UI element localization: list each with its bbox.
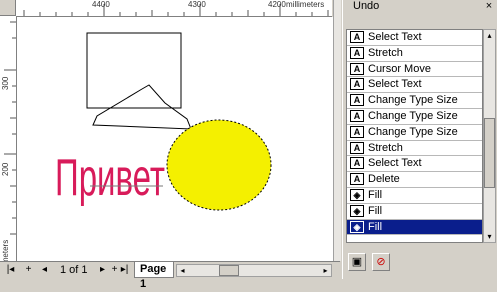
first-page-button[interactable]: |◂ [4,264,17,277]
undo-item-label: Change Type Size [368,109,458,122]
text-tool-icon: A [350,78,364,91]
scroll-up-icon[interactable]: ▴ [484,30,495,41]
page-count-label: 1 of 1 [60,264,88,276]
undo-list-item[interactable]: A Cursor Move [347,62,482,78]
scroll-right-icon[interactable]: ▸ [320,265,331,276]
text-tool-icon: A [350,141,364,154]
polygon-shape[interactable] [92,84,192,130]
undo-list-item[interactable]: ◈ Fill [347,204,482,220]
clear-undo-list-button[interactable]: ⊘ [372,253,390,271]
add-page-button[interactable]: + [22,264,35,277]
text-tool-icon: A [350,109,364,122]
page-tab[interactable]: Page 1 [134,262,174,290]
text-tool-icon: A [350,157,364,170]
scrollbar-thumb[interactable] [484,118,495,188]
fill-bucket-icon: ◈ [350,188,364,201]
undo-titlebar[interactable]: Undo × [343,0,497,14]
rectangle-shape[interactable] [86,32,182,109]
undo-list-item[interactable]: A Change Type Size [347,93,482,109]
undo-panel-title: Undo [353,0,380,12]
ruler-tick-label: 4200 [268,0,286,9]
ruler-tick-label: 4400 [92,0,110,9]
undo-item-label: Cursor Move [368,62,431,75]
drawing-canvas[interactable]: Привет [17,17,333,261]
undo-item-label: Select Text [368,157,422,170]
undo-item-label: Stretch [368,141,403,154]
undo-list-item[interactable]: A Change Type Size [347,125,482,141]
undo-list-item[interactable]: A Select Text [347,77,482,94]
drawing-page[interactable]: Привет [17,17,333,261]
text-tool-icon: A [350,125,364,138]
horizontal-scrollbar[interactable]: ◂ ▸ [176,264,332,277]
text-tool-icon: A [350,94,364,107]
ruler-tick-label: 300 [1,76,10,90]
undo-item-label: Select Text [368,78,422,91]
scroll-left-icon[interactable]: ◂ [177,265,188,276]
ruler-tick-label: 200 [1,162,10,176]
fill-bucket-icon: ◈ [350,204,364,217]
undo-list-item[interactable]: A Select Text [347,156,482,173]
undo-item-label: Change Type Size [368,125,458,138]
text-tool-icon: A [350,31,364,43]
undo-item-label: Fill [368,188,383,201]
ruler-units-label: millimeters [1,239,10,261]
undo-list-item[interactable]: A Stretch [347,46,482,62]
scrollbar-thumb[interactable] [219,265,239,276]
ruler-ticks [4,21,16,235]
undo-docker: Undo × A Select Text A Stretch A Cursor Move A… [342,0,497,279]
vertical-ruler[interactable]: 300 200 millimeters [0,16,17,261]
ruler-corner[interactable] [0,0,16,16]
save-undo-list-button[interactable]: ▣ [348,253,366,271]
undo-list-scrollbar[interactable]: ▴ ▾ [483,29,496,243]
undo-list-item[interactable]: ◈ Fill [347,219,482,236]
drawing-vertical-scrollbar[interactable] [333,0,341,261]
undo-item-label: Change Type Size [368,94,458,107]
ruler-tick-label: 4300 [188,0,206,9]
undo-list-item[interactable]: A Stretch [347,141,482,157]
horizontal-ruler[interactable]: 4400 4300 4200 millimeters [16,0,332,17]
scroll-down-icon[interactable]: ▾ [484,231,495,242]
undo-item-label: Fill [368,220,383,233]
undo-list-item[interactable]: A Select Text [347,30,482,46]
undo-list-item[interactable]: A Delete [347,172,482,188]
undo-item-label: Delete [368,173,400,186]
ruler-units-label: millimeters [286,0,325,9]
text-tool-icon: A [350,62,364,75]
undo-item-label: Select Text [368,31,422,43]
undo-list-item[interactable]: A Change Type Size [347,109,482,125]
last-page-button[interactable]: ▸| [118,264,131,277]
drawing-window: 4400 4300 4200 millimeters 300 200 milli… [0,0,341,290]
text-tool-icon: A [350,46,364,59]
text-tool-icon: A [350,173,364,186]
undo-history-list[interactable]: A Select Text A Stretch A Cursor Move A Select … [346,29,483,243]
undo-item-label: Fill [368,204,383,217]
close-icon[interactable]: × [483,0,495,13]
undo-item-label: Stretch [368,46,403,59]
page-navigator: |◂ + ◂ 1 of 1 ▸ + ▸| Page 1 ◂ ▸ [0,261,340,290]
artistic-text-object[interactable]: Привет [55,149,165,207]
fill-bucket-icon: ◈ [350,220,364,233]
previous-page-button[interactable]: ◂ [38,264,51,277]
ellipse-shape[interactable] [166,119,272,211]
undo-list-item[interactable]: ◈ Fill [347,188,482,204]
